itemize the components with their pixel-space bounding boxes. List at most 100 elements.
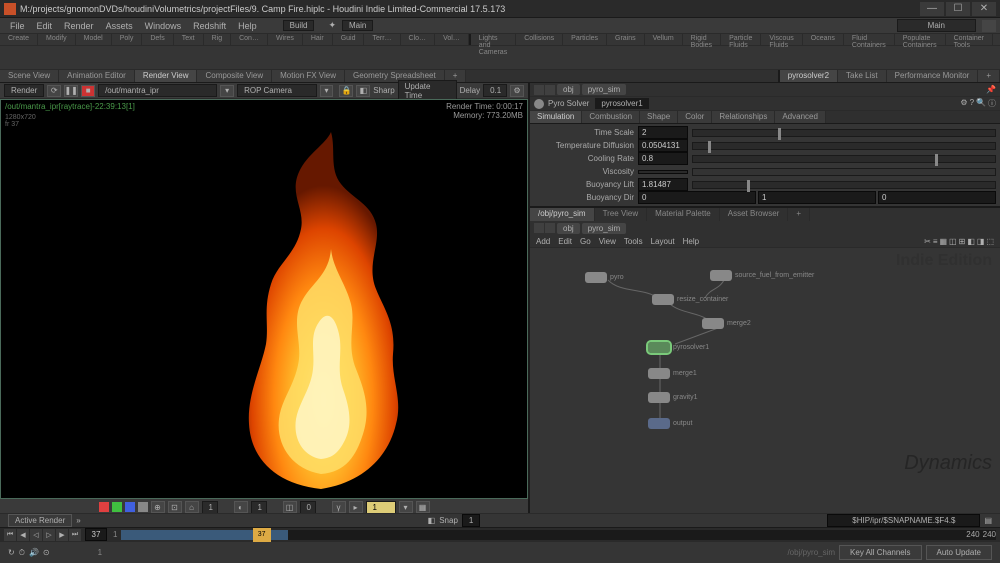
refresh-icon[interactable]: ⟳: [47, 85, 61, 97]
menu-edit[interactable]: Edit: [31, 21, 59, 31]
pause-icon[interactable]: ❚❚: [64, 85, 78, 97]
right-tab-add[interactable]: +: [978, 70, 1000, 82]
snapshot-icon[interactable]: ◧: [356, 85, 370, 97]
shelf-tab[interactable]: Con…: [231, 34, 268, 45]
menu-windows[interactable]: Windows: [139, 21, 188, 31]
next-frame-btn[interactable]: ▶: [56, 529, 68, 541]
shelf-tab[interactable]: Pyro FX: [993, 34, 1000, 45]
channel-r-icon[interactable]: [99, 502, 109, 512]
net-tool-icon[interactable]: ◨: [977, 237, 985, 246]
fwd-icon[interactable]: [545, 85, 555, 95]
vp-menu-icon[interactable]: ▾: [399, 501, 413, 513]
back-icon[interactable]: [534, 85, 544, 95]
tab-simulation[interactable]: Simulation: [530, 111, 582, 123]
net-menu-tools[interactable]: Tools: [624, 237, 643, 246]
tab-relationships[interactable]: Relationships: [712, 111, 775, 123]
network-canvas[interactable]: Indie Edition Dynamics pyro source_fuel_…: [530, 248, 1000, 515]
play-back-btn[interactable]: ◁: [30, 529, 42, 541]
help-icon[interactable]: ?: [970, 98, 974, 109]
shelf-tab[interactable]: Rig: [204, 34, 232, 45]
home-icon[interactable]: ⌂: [185, 501, 199, 513]
buoy-dir-y[interactable]: [758, 191, 876, 204]
menu-file[interactable]: File: [4, 21, 31, 31]
time-scale-value[interactable]: 2: [638, 126, 688, 139]
lock-icon[interactable]: 🔒: [339, 85, 353, 97]
net-menu-add[interactable]: Add: [536, 237, 550, 246]
shelf-tab[interactable]: Container Tools: [946, 34, 993, 45]
net-tool-icon[interactable]: ⊞: [959, 237, 966, 246]
node-name-field[interactable]: pyrosolver1: [595, 98, 648, 109]
fit-icon[interactable]: ⊡: [168, 501, 182, 513]
shelf-tab[interactable]: Collisions: [516, 34, 563, 45]
buoy-dir-z[interactable]: [878, 191, 996, 204]
net-menu-edit[interactable]: Edit: [558, 237, 572, 246]
net-menu-layout[interactable]: Layout: [651, 237, 675, 246]
menu-help[interactable]: Help: [232, 21, 263, 31]
shelf-tab[interactable]: Particles: [563, 34, 607, 45]
shelf-tab[interactable]: Grains: [607, 34, 645, 45]
pane-tab-scene-view[interactable]: Scene View: [0, 70, 59, 82]
net-tab-mat-palette[interactable]: Material Palette: [647, 208, 720, 221]
node-source-fuel[interactable]: source_fuel_from_emitter: [710, 270, 814, 281]
info-icon[interactable]: ⓘ: [988, 98, 996, 109]
shelf-tab[interactable]: Hair: [303, 34, 333, 45]
buoy-dir-x[interactable]: [638, 191, 756, 204]
render-label[interactable]: Render: [4, 84, 44, 97]
path-node[interactable]: pyro_sim: [582, 84, 626, 95]
shelf-tab[interactable]: Fluid Containers: [844, 34, 895, 45]
node-pyro[interactable]: pyro: [585, 272, 624, 283]
net-tool-icon[interactable]: ◧: [967, 237, 975, 246]
gamma-value[interactable]: 1: [366, 501, 396, 514]
rop-chooser-icon[interactable]: ▾: [220, 85, 234, 97]
shelf-tab[interactable]: Clo…: [401, 34, 436, 45]
net-tab-tree[interactable]: Tree View: [595, 208, 648, 221]
play-icon[interactable]: ▸: [349, 501, 363, 513]
viewer-selector[interactable]: Main: [897, 19, 976, 32]
net-fwd-icon[interactable]: [545, 223, 555, 233]
first-frame-btn[interactable]: ⏮: [4, 529, 16, 541]
temp-diff-slider[interactable]: [692, 142, 996, 150]
cool-rate-slider[interactable]: [692, 155, 996, 163]
net-tab-add[interactable]: +: [788, 208, 810, 221]
shelf-tab[interactable]: Poly: [112, 34, 143, 45]
shelf-tab[interactable]: Rigid Bodies: [683, 34, 721, 45]
shelf-tab[interactable]: Viscous Fluids: [761, 34, 802, 45]
stop-icon[interactable]: ■: [81, 85, 95, 97]
shelf-tab[interactable]: Modify: [38, 34, 76, 45]
net-tool-icon[interactable]: ⬚: [986, 237, 994, 246]
delay-value[interactable]: 0.1: [483, 84, 507, 97]
net-menu-go[interactable]: Go: [580, 237, 591, 246]
crop-value[interactable]: 0: [300, 501, 316, 514]
channel-b-icon[interactable]: [125, 502, 135, 512]
temp-diff-value[interactable]: 0.0504131: [638, 139, 688, 152]
node-merge1[interactable]: merge1: [648, 368, 697, 379]
gear-icon[interactable]: ⚙: [960, 98, 967, 109]
menu-render[interactable]: Render: [58, 21, 100, 31]
search-icon[interactable]: 🔍: [976, 98, 986, 109]
right-tab-perf-monitor[interactable]: Performance Monitor: [887, 70, 979, 82]
shelf-tab[interactable]: Vol…: [435, 34, 469, 45]
gamma-icon[interactable]: γ: [332, 501, 346, 513]
desktop-selector[interactable]: Build: [283, 20, 315, 31]
clock-icon[interactable]: ⊙: [43, 548, 50, 557]
pane-tab-anim-editor[interactable]: Animation Editor: [59, 70, 135, 82]
node-gravity[interactable]: gravity1: [648, 392, 698, 403]
shelf-tab[interactable]: Particle Fluids: [721, 34, 761, 45]
expr-field[interactable]: $HIP/ipr/$SNAPNAME.$F4.$: [827, 514, 980, 527]
shelf-tab[interactable]: Vellum: [645, 34, 683, 45]
tab-advanced[interactable]: Advanced: [775, 111, 826, 123]
playhead[interactable]: 37: [253, 528, 271, 542]
channel-g-icon[interactable]: [112, 502, 122, 512]
pane-tab-composite[interactable]: Composite View: [197, 70, 272, 82]
key-all-btn[interactable]: Key All Channels: [839, 545, 921, 560]
rop-path-field[interactable]: /out/mantra_ipr: [98, 84, 217, 97]
net-tool-icon[interactable]: ▦: [939, 237, 947, 246]
right-tab-pyrosolver[interactable]: pyrosolver2: [780, 70, 838, 82]
tab-shape[interactable]: Shape: [640, 111, 678, 123]
shelf-tab[interactable]: Defs: [142, 34, 173, 45]
shelf-tab[interactable]: Text: [174, 34, 204, 45]
node-output[interactable]: output: [648, 418, 692, 429]
shelf-tab[interactable]: Model: [76, 34, 112, 45]
buoy-lift-value[interactable]: 1.81487: [638, 178, 688, 191]
play-fwd-btn[interactable]: ▷: [43, 529, 55, 541]
